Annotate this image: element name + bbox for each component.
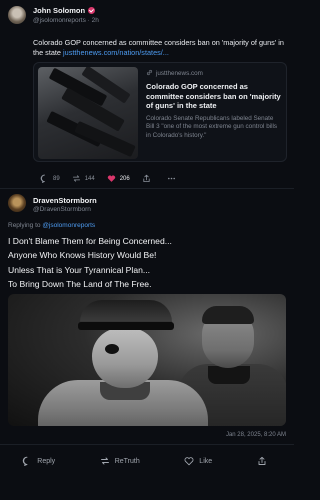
link-preview-image[interactable] [38,67,138,159]
reply-post-image[interactable] [8,294,286,426]
heart-filled-icon [107,175,115,182]
quoted-author-handle: @jsolomonreports · 2h [33,17,99,24]
quoted-retruth-button[interactable]: 144 [72,174,95,183]
reply-author-avatar[interactable] [8,194,26,212]
quoted-post[interactable]: John Solomon @jsolomonreports · 2h Color… [0,0,294,188]
link-preview-domain-text: justthenews.com [156,70,203,77]
share-button[interactable] [257,456,272,466]
reply-line-4: To Bring Down The Land of The Free. [8,279,152,290]
retruth-icon [100,457,109,465]
reply-icon [40,174,45,183]
reply-line-2: Anyone Who Knows History Would Be! [8,250,157,261]
link-preview-title[interactable]: Colorado GOP concerned as committee cons… [146,82,282,111]
post-timestamp[interactable]: Jan 28, 2025, 8:20 AM [226,432,286,438]
reply-line-3: Unless That is Your Tyrannical Plan... [8,264,151,275]
quoted-like-count: 206 [119,175,130,182]
quoted-post-link[interactable]: justthenews.com/nation/states/... [63,48,169,57]
retruth-button[interactable]: ReTruth [100,456,140,466]
reply-author-name[interactable]: DravenStormborn [33,196,97,205]
retruth-button-label: ReTruth [114,457,140,465]
divider [0,188,294,189]
like-button[interactable]: Like [184,456,212,466]
link-preview-domain: justthenews.com [146,69,282,77]
reply-button[interactable]: Reply [22,456,55,466]
like-button-label: Like [199,457,213,465]
reply-author-handle: @DravenStormborn [33,206,91,213]
divider [0,444,294,445]
heart-icon [184,457,194,466]
quoted-reply-button[interactable]: 89 [40,174,60,183]
quoted-share-button[interactable] [142,174,155,183]
quoted-author-name-text[interactable]: John Solomon [33,6,85,15]
link-preview-card[interactable]: justthenews.com Colorado GOP concerned a… [33,62,287,162]
verified-badge-icon [88,7,96,14]
quoted-like-button[interactable]: 206 [107,174,130,183]
quoted-post-text: Colorado GOP concerned as committee cons… [33,38,287,58]
reply-post-text: I Don't Blame Them for Being Concerned..… [8,234,288,292]
retruth-icon [72,175,80,182]
reply-button-label: Reply [37,457,56,465]
quoted-author-name[interactable]: John Solomon [33,6,96,15]
more-icon [167,177,175,180]
replying-to-mention[interactable]: @jsolomonreports [42,222,95,229]
replying-to: Replying to @jsolomonreports [8,222,95,229]
quoted-reply-count: 89 [53,175,60,182]
quoted-more-button[interactable] [167,174,180,183]
reply-post-action-bar: Reply ReTruth Like [0,446,294,500]
reply-icon [23,456,28,466]
quoted-author-avatar[interactable] [8,6,26,24]
quoted-retruth-count: 144 [84,175,95,182]
quoted-post-actions: 89 144 206 [40,174,192,183]
link-preview-description: Colorado Senate Republicans labeled Sena… [146,114,278,139]
share-icon [143,174,150,183]
reply-line-1: I Don't Blame Them for Being Concerned..… [8,236,172,246]
share-icon [258,456,266,465]
link-icon [146,69,153,76]
replying-to-prefix: Replying to [8,222,43,229]
